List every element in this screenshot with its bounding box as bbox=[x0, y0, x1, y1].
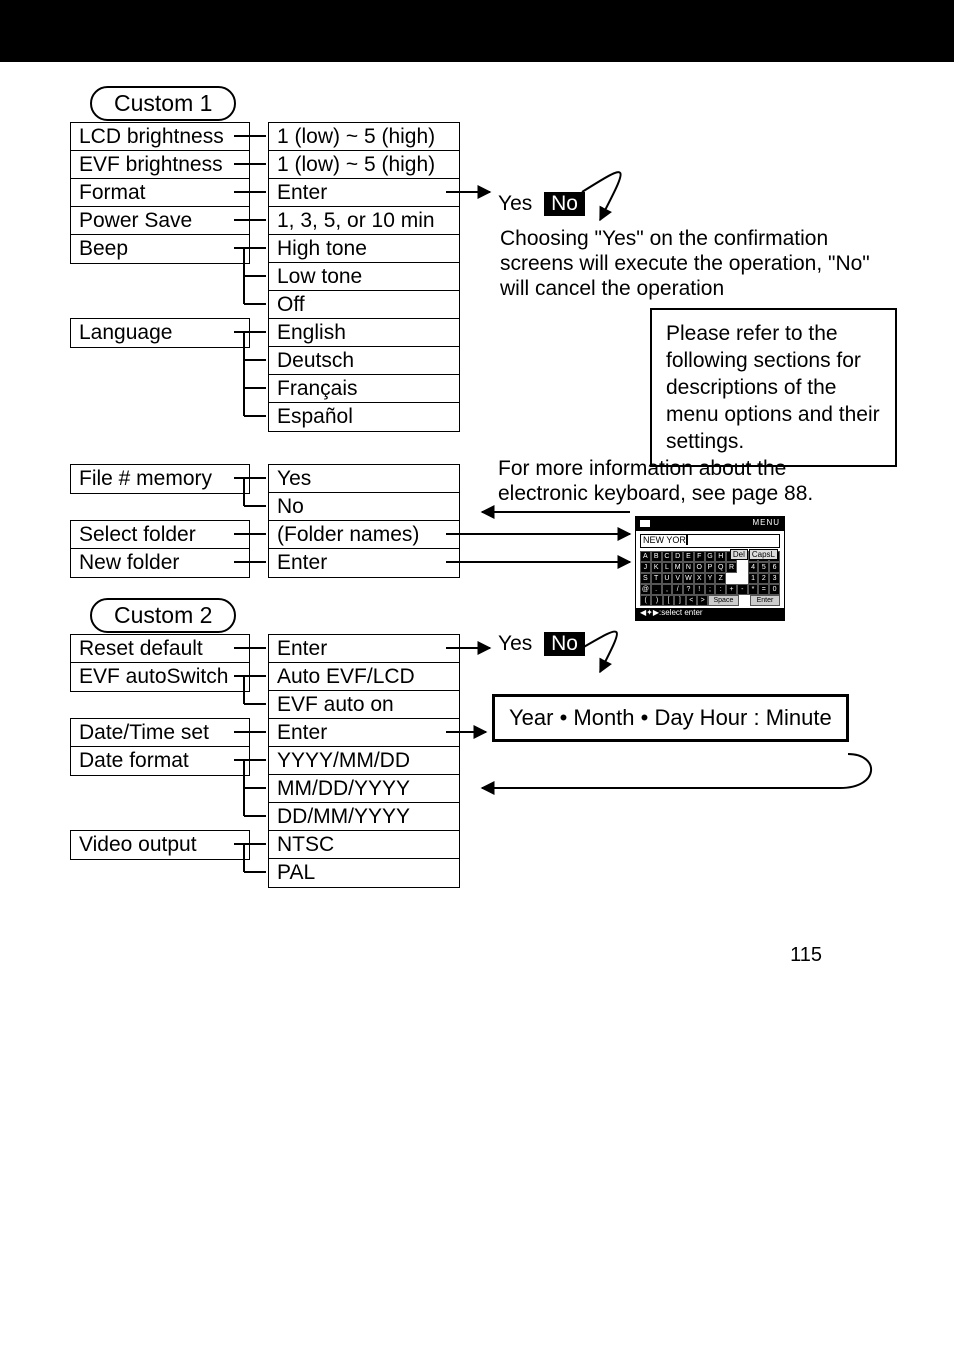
menu-item-label: LCD brightness bbox=[70, 122, 250, 152]
kb-hint: ◀✦▶:select enter bbox=[636, 608, 784, 620]
keyboard-note: For more information about the electroni… bbox=[498, 456, 878, 506]
menu-item-option: 1, 3, 5, or 10 min bbox=[268, 206, 460, 236]
kb-input-text: NEW YOR bbox=[643, 535, 686, 545]
menu-item-option: 1 (low) ~ 5 (high) bbox=[268, 150, 460, 180]
menu-item-option: EVF auto on bbox=[268, 690, 460, 720]
custom2-tab-header: Custom 2 bbox=[90, 598, 236, 633]
datetime-format-box: Year • Month • Day Hour : Minute bbox=[492, 694, 849, 742]
menu-item-label: EVF autoSwitch bbox=[70, 662, 250, 692]
menu-item-option: Yes bbox=[268, 464, 460, 494]
menu-item-label: File # memory bbox=[70, 464, 250, 494]
custom1-tab-header: Custom 1 bbox=[90, 86, 236, 121]
confirm-yes-1: Yes bbox=[498, 192, 532, 215]
confirm-yes-no-1: Yes No bbox=[498, 192, 585, 216]
menu-item-option: (Folder names) bbox=[268, 520, 460, 550]
kb-hint-text: select enter bbox=[661, 608, 702, 617]
menu-item-label: Format bbox=[70, 178, 250, 208]
menu-item-option: DD/MM/YYYY bbox=[268, 802, 460, 832]
menu-item-label: EVF brightness bbox=[70, 150, 250, 180]
menu-item-option: High tone bbox=[268, 234, 460, 264]
kb-caps: CapsL bbox=[749, 549, 778, 560]
menu-item-option: 1 (low) ~ 5 (high) bbox=[268, 122, 460, 152]
confirm-no-1: No bbox=[544, 192, 585, 216]
menu-item-option: MM/DD/YYYY bbox=[268, 774, 460, 804]
header-black-bar bbox=[0, 0, 954, 62]
menu-item-option: Enter bbox=[268, 718, 460, 748]
menu-item-option: Auto EVF/LCD bbox=[268, 662, 460, 692]
confirmation-text: Choosing "Yes" on the confirmation scree… bbox=[500, 226, 890, 301]
menu-item-option: Français bbox=[268, 374, 460, 404]
kb-menu-label: MENU bbox=[752, 518, 780, 527]
confirm-yes-no-2: Yes No bbox=[498, 632, 585, 656]
kb-input: NEW YOR. bbox=[640, 534, 780, 548]
refer-note: Please refer to the following sections f… bbox=[650, 308, 897, 467]
menu-item-option: Low tone bbox=[268, 262, 460, 292]
menu-item-option: PAL bbox=[268, 858, 460, 888]
kb-del: Del bbox=[730, 549, 748, 560]
menu-item-label: Date format bbox=[70, 746, 250, 776]
menu-item-label: Select folder bbox=[70, 520, 250, 550]
menu-item-label: New folder bbox=[70, 548, 250, 578]
menu-item-label: Beep bbox=[70, 234, 250, 264]
menu-item-option: No bbox=[268, 492, 460, 522]
confirm-no-2: No bbox=[544, 632, 585, 656]
keyboard-screen: MENU NEW YOR. DelCapsL ABCDEFGHI789 JKLM… bbox=[635, 516, 785, 621]
menu-item-option: Enter bbox=[268, 634, 460, 664]
page-number: 115 bbox=[790, 944, 822, 967]
menu-item-label: Video output bbox=[70, 830, 250, 860]
menu-item-option: Español bbox=[268, 402, 460, 432]
menu-item-option: Enter bbox=[268, 548, 460, 578]
menu-item-label: Language bbox=[70, 318, 250, 348]
menu-item-option: Deutsch bbox=[268, 346, 460, 376]
menu-item-option: Off bbox=[268, 290, 460, 320]
menu-item-option: Enter bbox=[268, 178, 460, 208]
confirm-yes-2: Yes bbox=[498, 632, 532, 655]
menu-item-option: YYYY/MM/DD bbox=[268, 746, 460, 776]
menu-item-option: NTSC bbox=[268, 830, 460, 860]
menu-item-label: Power Save bbox=[70, 206, 250, 236]
menu-item-option: English bbox=[268, 318, 460, 348]
menu-item-label: Reset default bbox=[70, 634, 250, 664]
menu-item-label: Date/Time set bbox=[70, 718, 250, 748]
kb-space: Space bbox=[708, 595, 738, 606]
kb-enter: Enter bbox=[750, 595, 780, 606]
kb-del-caps: DelCapsL bbox=[729, 550, 778, 559]
